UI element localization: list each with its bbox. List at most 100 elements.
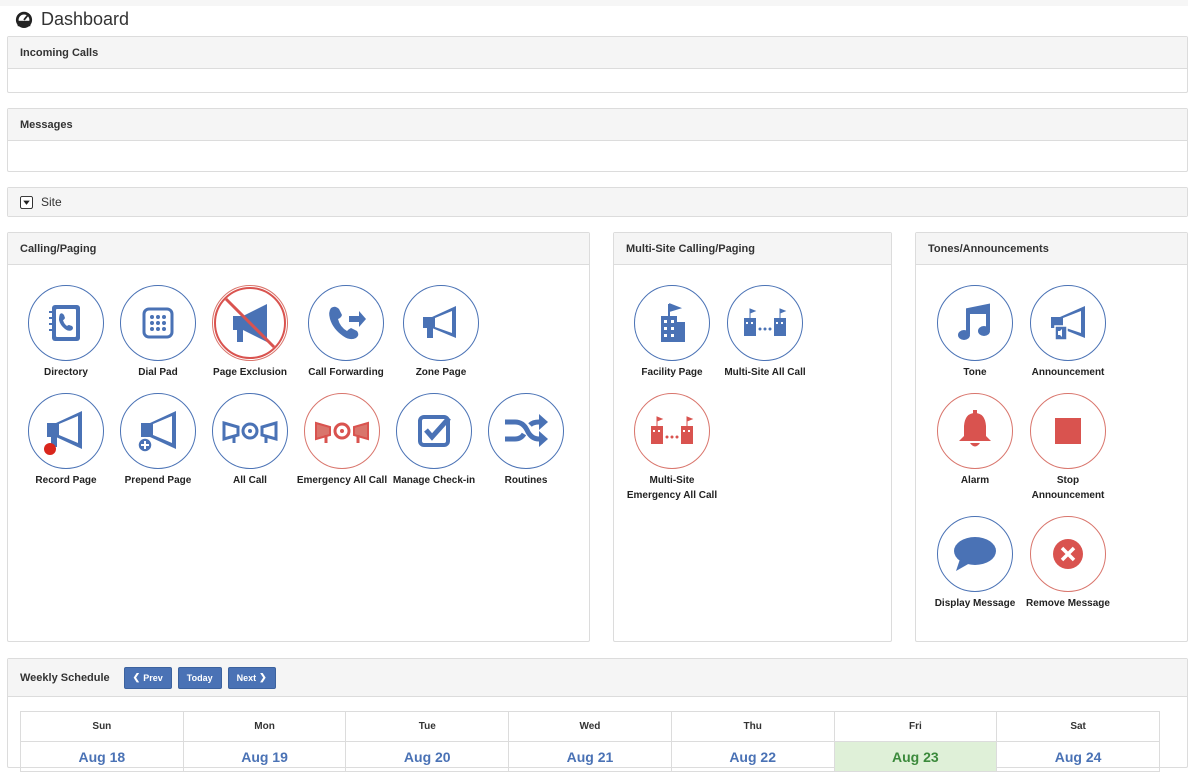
day-header: Mon [182, 711, 347, 742]
display-message-label: Display Message [934, 598, 1016, 609]
alarm-label: Alarm [960, 475, 990, 486]
call-forwarding-label: Call Forwarding [308, 367, 384, 378]
directory-icon [49, 305, 80, 341]
day-header: Thu [670, 711, 835, 742]
megaphone-icon [423, 306, 456, 338]
record-page-label: Record Page [35, 475, 97, 486]
dashboard-icon [15, 11, 33, 28]
music-note-icon [958, 303, 990, 340]
multi-site-all-call-button[interactable]: Multi-Site All Call [719, 285, 811, 380]
routines-button[interactable]: Routines [480, 393, 572, 488]
day-header: Sat [996, 711, 1160, 742]
multi-site-emergency-label: Multi-Site Emergency All Call [626, 475, 718, 501]
chevron-left-icon: ❮ [132, 672, 141, 682]
messages-header: Messages [8, 109, 1187, 141]
calendar-date-row: Aug 18 Aug 19 Aug 20 Aug 21 Aug 22 Aug 2… [20, 741, 1160, 772]
tones-panel: Tones/Announcements Tone Announcement Al… [915, 232, 1188, 642]
stop-announcement-button[interactable]: Stop Announcement [1022, 393, 1114, 503]
dial-pad-button[interactable]: Dial Pad [112, 285, 204, 380]
facility-icon [661, 303, 685, 342]
prepend-page-icon [137, 411, 176, 453]
emergency-all-call-icon [315, 421, 369, 443]
date-cell[interactable]: Aug 18 [20, 741, 184, 772]
display-message-button[interactable]: Display Message [929, 516, 1021, 611]
check-in-icon [418, 415, 451, 447]
tone-label: Tone [963, 367, 987, 378]
next-button[interactable]: Next ❯ [227, 666, 276, 689]
chevron-right-icon: ❯ [259, 672, 267, 682]
manage-check-in-label: Manage Check-in [392, 475, 476, 486]
announcement-button[interactable]: Announcement [1022, 285, 1114, 380]
date-cell[interactable]: Aug 19 [182, 741, 347, 772]
prev-button[interactable]: ❮ Prev [123, 666, 172, 689]
remove-message-button[interactable]: Remove Message [1022, 516, 1114, 611]
bell-icon [959, 410, 991, 447]
zone-page-label: Zone Page [415, 367, 467, 378]
dial-pad-label: Dial Pad [138, 367, 178, 378]
multi-site-header: Multi-Site Calling/Paging [614, 233, 891, 265]
emergency-all-call-button[interactable]: Emergency All Call [296, 393, 388, 488]
record-page-button[interactable]: Record Page [20, 393, 112, 488]
multi-site-emergency-icon [651, 416, 694, 444]
messages-panel: Messages [7, 108, 1188, 172]
page-exclusion-icon [214, 287, 286, 359]
dial-pad-icon [142, 307, 174, 339]
prepend-page-label: Prepend Page [124, 475, 192, 486]
day-header: Tue [345, 711, 510, 742]
speech-bubble-icon [954, 537, 996, 571]
today-button[interactable]: Today [177, 666, 222, 689]
date-cell-today[interactable]: Aug 23 [833, 741, 998, 772]
manage-check-in-button[interactable]: Manage Check-in [388, 393, 480, 488]
date-cell[interactable]: Aug 22 [670, 741, 835, 772]
alarm-button[interactable]: Alarm [929, 393, 1021, 488]
all-call-button[interactable]: All Call [204, 393, 296, 488]
prev-label: Prev [143, 672, 163, 683]
multi-site-all-call-label: Multi-Site All Call [724, 367, 806, 378]
calling-paging-header: Calling/Paging [8, 233, 589, 265]
announcement-label: Announcement [1031, 367, 1105, 378]
remove-circle-icon [1053, 539, 1083, 569]
multi-site-panel: Multi-Site Calling/Paging Facility Page … [613, 232, 892, 642]
collapse-toggle-icon[interactable] [20, 195, 33, 209]
weekly-schedule-panel: Weekly Schedule ❮ Prev Today Next ❯ Sun … [7, 658, 1188, 772]
weekly-schedule-header: Weekly Schedule ❮ Prev Today Next ❯ [8, 659, 1187, 697]
top-bar [0, 0, 1188, 6]
date-cell[interactable]: Aug 24 [996, 741, 1160, 772]
zone-page-button[interactable]: Zone Page [395, 285, 487, 380]
day-header: Fri [833, 711, 998, 742]
all-call-icon [222, 421, 278, 443]
site-panel[interactable]: Site [7, 187, 1188, 217]
emergency-all-call-label: Emergency All Call [296, 475, 388, 486]
page-title: Dashboard [15, 8, 129, 30]
incoming-calls-header: Incoming Calls [8, 37, 1187, 69]
day-header: Wed [508, 711, 672, 742]
record-page-icon [44, 411, 82, 455]
tone-button[interactable]: Tone [929, 285, 1021, 380]
date-cell[interactable]: Aug 20 [345, 741, 510, 772]
prepend-page-button[interactable]: Prepend Page [112, 393, 204, 488]
routines-label: Routines [504, 475, 548, 486]
next-label: Next [236, 672, 257, 683]
directory-label: Directory [44, 367, 88, 378]
page-exclusion-label: Page Exclusion [213, 367, 287, 378]
multi-site-icon [744, 308, 787, 336]
stop-icon [1055, 418, 1081, 444]
date-cell[interactable]: Aug 21 [508, 741, 672, 772]
day-header: Sun [20, 711, 184, 742]
site-label: Site [41, 195, 62, 209]
tones-header: Tones/Announcements [916, 233, 1187, 265]
call-forwarding-icon [329, 306, 366, 340]
all-call-label: All Call [233, 475, 267, 486]
site-toggle[interactable]: Site [8, 188, 1187, 216]
incoming-calls-panel: Incoming Calls [7, 36, 1188, 93]
weekly-schedule-title: Weekly Schedule [20, 671, 110, 684]
calling-paging-panel: Calling/Paging Directory Dial Pad Page E… [7, 232, 590, 642]
facility-page-button[interactable]: Facility Page [626, 285, 718, 380]
call-forwarding-button[interactable]: Call Forwarding [300, 285, 392, 380]
multi-site-emergency-button[interactable]: Multi-Site Emergency All Call [626, 393, 718, 503]
facility-page-label: Facility Page [641, 367, 703, 378]
stop-announcement-label: Stop Announcement [1031, 475, 1105, 501]
page-exclusion-button[interactable]: Page Exclusion [204, 285, 296, 380]
calendar-day-header-row: Sun Mon Tue Wed Thu Fri Sat [20, 711, 1160, 742]
directory-button[interactable]: Directory [20, 285, 112, 380]
